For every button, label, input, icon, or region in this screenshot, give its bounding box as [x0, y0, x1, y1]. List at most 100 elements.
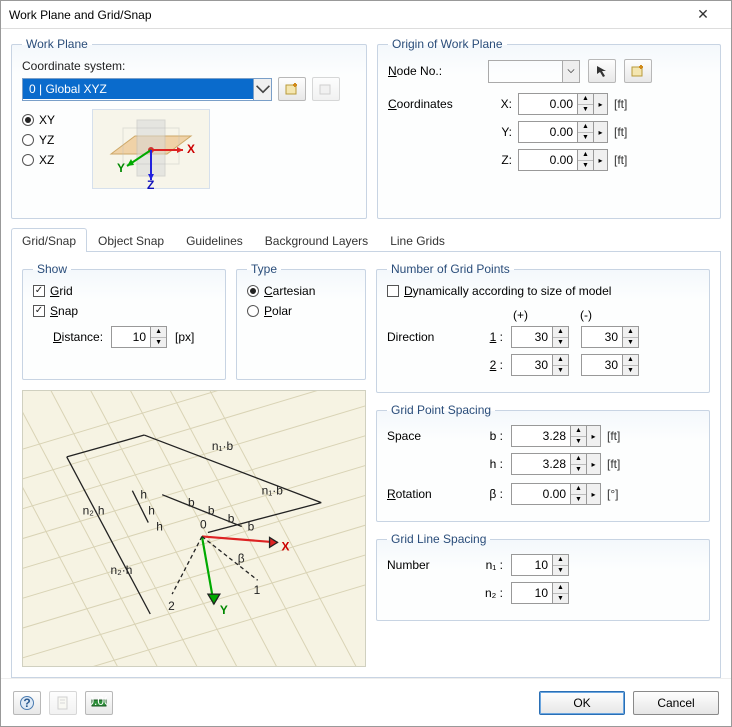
- radio-polar[interactable]: Polar: [247, 304, 355, 318]
- notes-button[interactable]: [49, 691, 77, 715]
- axis-y-label: Y:: [484, 125, 512, 139]
- svg-text:X: X: [187, 142, 195, 156]
- legend-origin: Origin of Work Plane: [388, 37, 507, 51]
- dir1-minus-spinner[interactable]: ▲▼: [581, 326, 639, 348]
- svg-text:b: b: [208, 504, 215, 518]
- coordinates-label: Coordinates: [388, 97, 484, 111]
- radio-cartesian[interactable]: Cartesian: [247, 284, 355, 298]
- checkbox-icon: ✓: [33, 305, 45, 317]
- header-plus: (+): [513, 308, 528, 322]
- svg-text:0: 0: [200, 518, 207, 532]
- window-title: Work Plane and Grid/Snap: [9, 8, 683, 22]
- direction-label: Direction: [387, 330, 473, 344]
- content-area: Work Plane Coordinate system: 0 | Global…: [1, 29, 731, 678]
- radio-dot-icon: [247, 305, 259, 317]
- titlebar: Work Plane and Grid/Snap ✕: [1, 1, 731, 29]
- n2-spinner[interactable]: ▲▼: [511, 582, 569, 604]
- h-spinner[interactable]: ▲▼▸: [511, 453, 601, 475]
- dir2-minus-spinner[interactable]: ▲▼: [581, 354, 639, 376]
- unit-label: [°]: [607, 487, 618, 501]
- coordinate-system-value: 0 | Global XYZ: [23, 79, 253, 99]
- unit-label: [ft]: [614, 125, 627, 139]
- header-minus: (-): [580, 308, 592, 322]
- beta-spinner[interactable]: ▲▼▸: [511, 483, 601, 505]
- radio-dot-icon: [22, 154, 34, 166]
- tab-grid-snap[interactable]: Grid/Snap: [11, 228, 87, 252]
- tab-object-snap[interactable]: Object Snap: [87, 228, 175, 252]
- edit-coordinate-system-button[interactable]: [312, 77, 340, 101]
- radio-dot-icon: [22, 114, 34, 126]
- n2-label: n₂ :: [473, 586, 503, 600]
- svg-text:b: b: [228, 512, 235, 526]
- chevron-down-icon[interactable]: [562, 61, 579, 82]
- radio-dot-icon: [22, 134, 34, 146]
- svg-text:X: X: [281, 539, 289, 553]
- h-label: h :: [473, 457, 503, 471]
- legend-ngp: Number of Grid Points: [387, 262, 514, 276]
- check-grid[interactable]: ✓Grid: [33, 284, 215, 298]
- n1-label: n₁ :: [473, 558, 503, 572]
- n1-spinner[interactable]: ▲▼: [511, 554, 569, 576]
- checkbox-icon: ✓: [33, 285, 45, 297]
- units-button[interactable]: 0.00: [85, 691, 113, 715]
- distance-label: Distance:: [53, 330, 103, 344]
- rotation-label: Rotation: [387, 487, 473, 501]
- number-label: Number: [387, 558, 473, 572]
- svg-text:n₁·b: n₁·b: [212, 439, 234, 453]
- svg-text:h: h: [148, 504, 155, 518]
- tab-line-grids[interactable]: Line Grids: [379, 228, 456, 252]
- check-dynamic[interactable]: Dynamically according to size of model: [387, 284, 699, 298]
- unit-label: [ft]: [607, 457, 620, 471]
- unit-label: [ft]: [614, 97, 627, 111]
- pick-node-button[interactable]: [588, 59, 616, 83]
- svg-text:n₁·b: n₁·b: [262, 484, 284, 498]
- ok-button[interactable]: OK: [539, 691, 625, 715]
- checkbox-icon: [387, 285, 399, 297]
- radio-xz[interactable]: XZ: [22, 153, 55, 167]
- dir2-label: 2 :: [473, 358, 503, 372]
- coord-y-input[interactable]: [518, 121, 578, 143]
- coordinate-system-combo[interactable]: 0 | Global XYZ: [22, 78, 272, 101]
- svg-text:n₂·h: n₂·h: [110, 563, 132, 577]
- radio-xy[interactable]: XY: [22, 113, 55, 127]
- check-snap[interactable]: ✓Snap: [33, 304, 215, 318]
- svg-text:2: 2: [168, 599, 175, 613]
- svg-text:β: β: [238, 551, 245, 565]
- distance-spinner[interactable]: ▲▼: [111, 326, 167, 348]
- svg-text:h: h: [140, 488, 147, 502]
- legend-type: Type: [247, 262, 281, 276]
- distance-input[interactable]: [111, 326, 151, 348]
- group-work-plane: Work Plane Coordinate system: 0 | Global…: [11, 37, 367, 219]
- group-origin: Origin of Work Plane Node No.: Coordinat…: [377, 37, 721, 219]
- coord-y-spinner[interactable]: ▲▼▸: [518, 121, 608, 143]
- dir1-plus-spinner[interactable]: ▲▼: [511, 326, 569, 348]
- dir2-plus-spinner[interactable]: ▲▼: [511, 354, 569, 376]
- unit-label: [px]: [175, 330, 194, 344]
- b-spinner[interactable]: ▲▼▸: [511, 425, 601, 447]
- tab-guidelines[interactable]: Guidelines: [175, 228, 254, 252]
- cancel-button[interactable]: Cancel: [633, 691, 719, 715]
- tab-background-layers[interactable]: Background Layers: [254, 228, 379, 252]
- coord-z-spinner[interactable]: ▲▼▸: [518, 149, 608, 171]
- new-coordinate-system-button[interactable]: [278, 77, 306, 101]
- coord-x-input[interactable]: [518, 93, 578, 115]
- space-label: Space: [387, 429, 473, 443]
- radio-yz[interactable]: YZ: [22, 133, 55, 147]
- node-no-combo[interactable]: [488, 60, 580, 83]
- svg-text:h: h: [156, 519, 163, 533]
- chevron-down-icon[interactable]: [253, 79, 271, 100]
- dir1-label: 1 :: [473, 330, 503, 344]
- group-show: Show ✓Grid ✓Snap Distance: ▲▼ [px]: [22, 262, 226, 380]
- new-node-button[interactable]: [624, 59, 652, 83]
- close-icon[interactable]: ✕: [683, 6, 723, 23]
- coord-z-input[interactable]: [518, 149, 578, 171]
- plane-radios: XY YZ XZ: [22, 113, 55, 167]
- coord-x-spinner[interactable]: ▲▼▸: [518, 93, 608, 115]
- help-button[interactable]: ?: [13, 691, 41, 715]
- axis-x-label: X:: [484, 97, 512, 111]
- svg-text:b: b: [248, 519, 255, 533]
- legend-gps: Grid Point Spacing: [387, 403, 495, 417]
- work-plane-preview: X Y Z: [92, 109, 210, 189]
- grid-diagram: 0 X Y 1 2 β n₁·b n₁·b n₂·h n₂·h hhh bbbb: [22, 390, 366, 667]
- tabs: Grid/Snap Object Snap Guidelines Backgro…: [11, 227, 721, 252]
